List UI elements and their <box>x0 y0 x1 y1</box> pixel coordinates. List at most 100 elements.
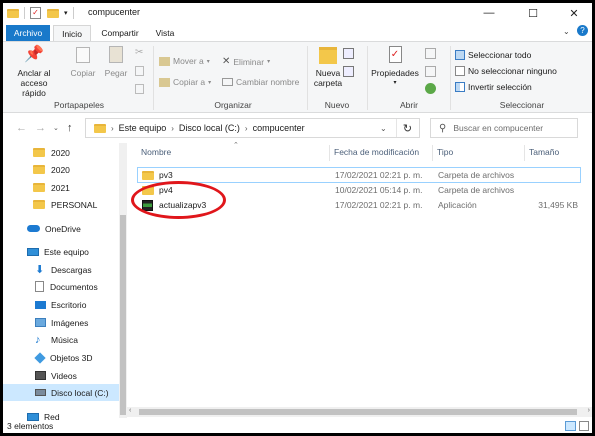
new-item-icon[interactable] <box>343 48 354 59</box>
easy-access-icon[interactable] <box>343 66 354 77</box>
chevron-down-icon[interactable]: ▾ <box>64 9 68 17</box>
file-row[interactable]: pv3 17/02/2021 02:21 p. m. Carpeta de ar… <box>137 167 581 183</box>
nav-item-disco-local[interactable]: Disco local (C:) <box>3 384 119 401</box>
details-view-icon[interactable] <box>565 421 576 431</box>
history-icon[interactable] <box>425 83 436 94</box>
properties-button[interactable]: ✓ Propiedades ▾ <box>369 46 421 88</box>
tab-compartir[interactable]: Compartir <box>95 25 145 41</box>
desktop-icon <box>35 300 46 309</box>
copy-path-icon[interactable] <box>135 66 144 76</box>
horizontal-scrollbar-thumb[interactable] <box>139 409 577 415</box>
collapse-ribbon-icon[interactable]: ⌄ <box>563 27 570 36</box>
invert-selection-button[interactable]: Invertir selección <box>455 82 532 92</box>
scroll-right-icon[interactable]: › <box>588 407 590 414</box>
back-icon[interactable]: ← <box>16 122 27 134</box>
nav-scrollbar[interactable] <box>119 143 127 418</box>
nav-item-descargas[interactable]: ⬇ Descargas <box>3 261 119 278</box>
ribbon-divider <box>153 46 154 110</box>
ribbon-divider <box>367 46 368 110</box>
properties-check-icon[interactable]: ✓ <box>30 7 41 19</box>
item-count: 3 elementos <box>7 421 54 431</box>
nav-item-este-equipo[interactable]: Este equipo <box>3 243 119 260</box>
copy-button[interactable]: Copiar <box>67 46 99 78</box>
folder-icon <box>33 148 45 157</box>
refresh-icon: ↻ <box>402 122 413 135</box>
folder-icon <box>33 165 45 174</box>
recent-locations-icon[interactable]: ⌄ <box>53 124 59 132</box>
nav-item-onedrive[interactable]: OneDrive <box>3 220 119 237</box>
nav-item-escritorio[interactable]: Escritorio <box>3 296 119 313</box>
file-list: ⌃ Nombre Fecha de modificación Tipo Tama… <box>127 142 592 423</box>
large-icons-view-icon[interactable] <box>579 421 589 431</box>
nav-item-personal[interactable]: PERSONAL <box>3 196 119 213</box>
nav-item-2020[interactable]: 2020 <box>3 144 119 161</box>
breadcrumb-disco-local[interactable]: Disco local (C:) <box>179 123 240 133</box>
ribbon: 📌 Anclar al acceso rápido Copiar Pegar ✂… <box>3 41 592 113</box>
search-input[interactable]: ⚲ Buscar en compucenter <box>430 118 578 138</box>
address-bar[interactable]: › Este equipo › Disco local (C:) › compu… <box>85 118 420 138</box>
open-icon[interactable] <box>425 48 436 59</box>
paste-button[interactable]: Pegar <box>101 46 131 78</box>
column-header-nombre[interactable]: Nombre <box>137 143 327 161</box>
nav-item-2021[interactable]: 2021 <box>3 179 119 196</box>
document-icon <box>35 281 44 292</box>
nav-item-imagenes[interactable]: Imágenes <box>3 314 119 331</box>
file-row[interactable]: pv4 10/02/2021 05:14 p. m. Carpeta de ar… <box>137 183 581 199</box>
cloud-icon <box>27 225 40 232</box>
nav-item-musica[interactable]: ♪ Música <box>3 331 119 348</box>
ribbon-divider <box>307 46 308 110</box>
rename-button[interactable]: Cambiar nombre <box>222 77 299 87</box>
help-icon[interactable]: ? <box>577 25 588 36</box>
group-label-seleccionar: Seleccionar <box>499 100 545 110</box>
tab-vista[interactable]: Vista <box>149 25 181 41</box>
folder-icon <box>142 186 154 197</box>
pin-quick-access-button[interactable]: 📌 Anclar al acceso rápido <box>9 46 59 98</box>
nav-item-objetos-3d[interactable]: Objetos 3D <box>3 349 119 366</box>
copy-to-icon <box>159 77 170 87</box>
close-button[interactable]: ✕ <box>555 3 592 23</box>
move-to-icon <box>159 56 170 66</box>
delete-button[interactable]: ✕ Eliminar ▾ <box>222 56 270 67</box>
nav-item-videos[interactable]: Videos <box>3 367 119 384</box>
group-label-nuevo: Nuevo <box>324 100 350 110</box>
network-icon <box>27 412 39 421</box>
folder-icon <box>7 8 19 18</box>
select-none-button[interactable]: No seleccionar ninguno <box>455 66 557 76</box>
breadcrumb-este-equipo[interactable]: Este equipo <box>119 123 167 133</box>
up-icon[interactable]: ↑ <box>67 122 73 134</box>
breadcrumb-compucenter[interactable]: compucenter <box>253 123 305 133</box>
address-dropdown-icon[interactable]: ⌄ <box>380 124 387 133</box>
cut-icon[interactable]: ✂ <box>135 47 143 58</box>
refresh-button[interactable]: ↻ <box>396 119 418 137</box>
column-header-fecha[interactable]: Fecha de modificación <box>330 143 430 161</box>
video-icon <box>35 371 46 380</box>
minimize-button[interactable]: — <box>470 3 508 23</box>
nav-item-documentos[interactable]: Documentos <box>3 278 119 295</box>
application-icon <box>142 200 153 213</box>
edit-icon[interactable] <box>425 66 436 77</box>
folder-icon <box>142 171 154 182</box>
scroll-left-icon[interactable]: ‹ <box>129 407 131 414</box>
file-size: 31,495 KB <box>538 200 578 210</box>
paste-shortcut-icon[interactable] <box>135 84 144 94</box>
folder-icon <box>94 123 106 133</box>
forward-icon[interactable]: → <box>35 122 46 134</box>
search-icon: ⚲ <box>439 122 447 134</box>
nav-scrollbar-thumb[interactable] <box>120 215 126 415</box>
new-folder-quick-icon[interactable] <box>47 8 59 18</box>
column-header-tipo[interactable]: Tipo <box>433 143 525 161</box>
nav-item-2020[interactable]: 2020 <box>3 161 119 178</box>
new-folder-button[interactable]: Nueva carpeta <box>309 46 347 88</box>
horizontal-scrollbar[interactable]: ‹ › <box>127 407 592 417</box>
file-row[interactable]: actualizapv3 17/02/2021 02:21 p. m. Apli… <box>137 198 581 214</box>
group-label-portapapeles: Portapapeles <box>53 100 105 110</box>
column-header-tamano[interactable]: Tamaño <box>525 143 580 161</box>
file-type: Carpeta de archivos <box>438 185 515 195</box>
select-all-button[interactable]: Seleccionar todo <box>455 50 531 60</box>
paste-icon <box>109 46 123 63</box>
copy-to-button[interactable]: Copiar a ▾ <box>159 77 211 87</box>
move-to-button[interactable]: Mover a ▾ <box>159 56 210 66</box>
maximize-button[interactable]: ☐ <box>514 3 552 23</box>
quick-access-toolbar: ✓ ▾ <box>7 6 79 20</box>
tab-archivo[interactable]: Archivo <box>6 25 50 41</box>
